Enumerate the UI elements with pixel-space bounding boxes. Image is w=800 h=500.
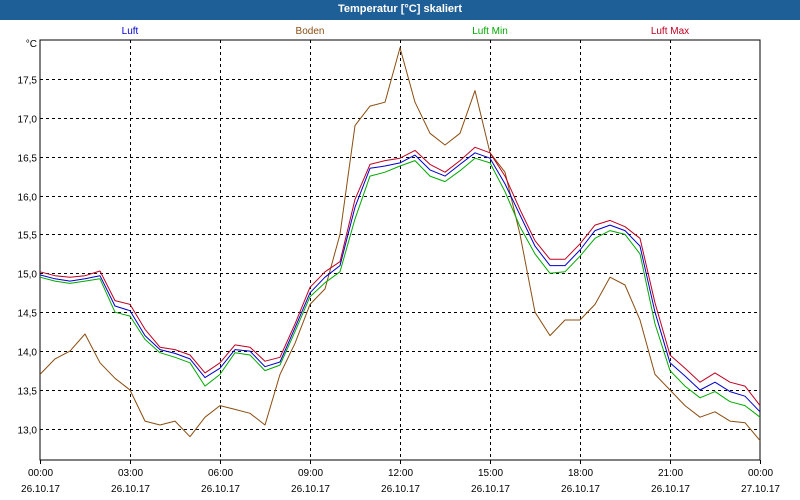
- y-tick-label: 17,0: [18, 115, 38, 126]
- x-tick-date: 26.10.17: [111, 484, 150, 495]
- y-tick-label: 14,5: [18, 309, 38, 320]
- x-tick-date: 26.10.17: [471, 484, 510, 495]
- y-tick-label: 15,5: [18, 231, 38, 242]
- temperature-chart: 13,0 13,5 14,0 14,5 15,0 15,5 16,0 16,5 17,0 17,5…: [18, 26, 781, 495]
- y-tick-label: 16,0: [18, 193, 38, 204]
- legend-entry: Luft Min: [472, 26, 508, 37]
- legend-entry: Luft Max: [651, 26, 689, 37]
- axes: 13,0 13,5 14,0 14,5 15,0 15,5 16,0 16,5 17,0 17,5…: [18, 39, 781, 495]
- x-tick-time: 15:00: [478, 468, 503, 479]
- x-tick-time: 00:00: [748, 468, 773, 479]
- x-tick-date: 26.10.17: [381, 484, 420, 495]
- x-tick-date: 26.10.17: [561, 484, 600, 495]
- x-tick-time: 00:00: [28, 468, 53, 479]
- y-axis-unit: °C: [26, 39, 37, 50]
- legend-entry: Boden: [296, 26, 325, 37]
- x-tick-time: 12:00: [388, 468, 413, 479]
- x-tick-time: 03:00: [118, 468, 143, 479]
- y-tick-label: 13,5: [18, 387, 38, 398]
- x-tick-date: 26.10.17: [201, 484, 240, 495]
- window-title: Temperatur [°C] skaliert: [0, 0, 800, 20]
- grid: [40, 40, 760, 460]
- legend: Luft Boden Luft Min Luft Max: [122, 26, 690, 37]
- y-tick-label: 13,0: [18, 426, 38, 437]
- x-tick-date: 27.10.17: [741, 484, 780, 495]
- x-tick-date: 26.10.17: [651, 484, 690, 495]
- legend-entry: Luft: [122, 26, 139, 37]
- y-tick-label: 17,5: [18, 76, 38, 87]
- y-tick-label: 16,5: [18, 154, 38, 165]
- chart-window: Temperatur [°C] skaliert 13,0 13,5 14,0 14,…: [0, 0, 800, 500]
- x-tick-date: 26.10.17: [21, 484, 60, 495]
- x-tick-time: 06:00: [208, 468, 233, 479]
- x-tick-date: 26.10.17: [291, 484, 330, 495]
- y-tick-label: 14,0: [18, 348, 38, 359]
- y-tick-label: 15,0: [18, 270, 38, 281]
- x-tick-time: 09:00: [298, 468, 323, 479]
- x-tick-time: 18:00: [568, 468, 593, 479]
- x-tick-time: 21:00: [658, 468, 683, 479]
